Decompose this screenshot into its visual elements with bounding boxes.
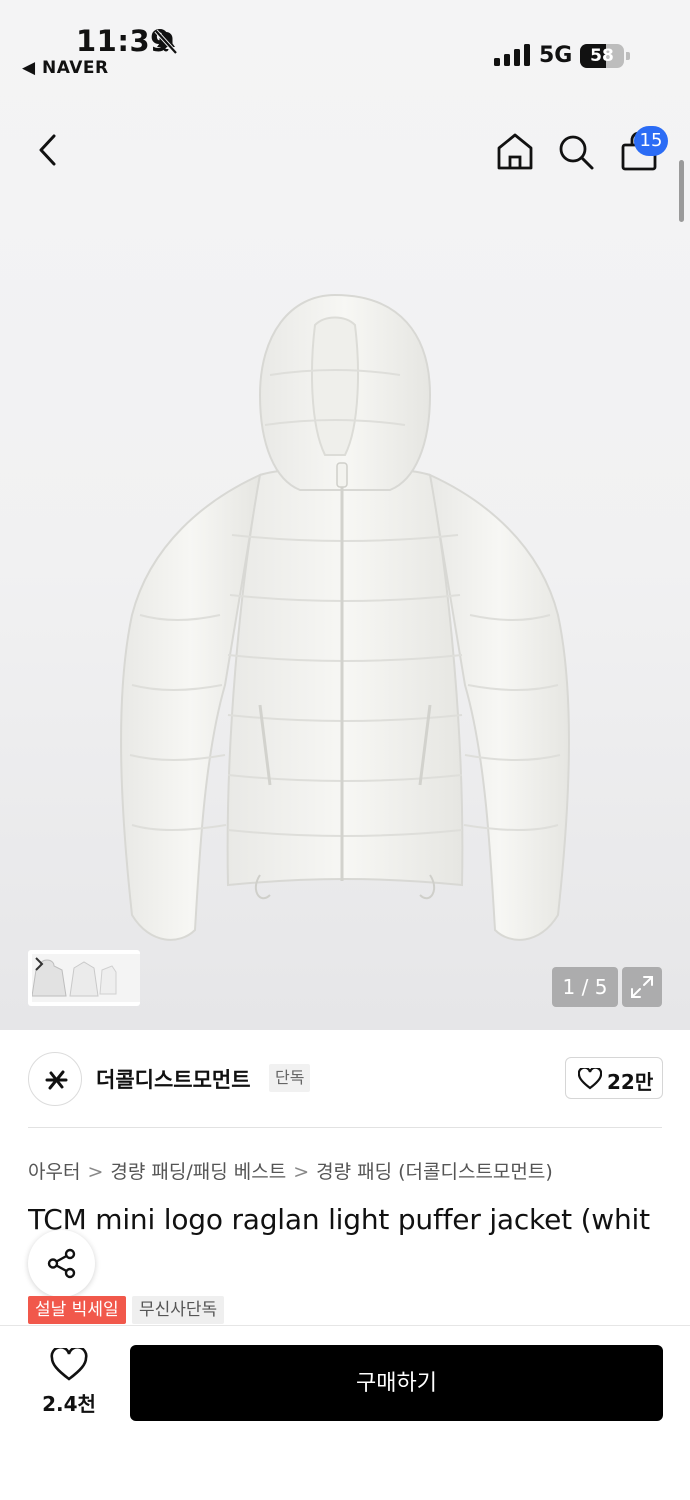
silent-bell-icon <box>154 29 178 55</box>
brand-exclusive-tag: 단독 <box>269 1064 311 1092</box>
network-type: 5G <box>539 43 573 68</box>
search-icon[interactable] <box>556 132 596 172</box>
wishlist-heart-icon[interactable] <box>50 1348 88 1382</box>
expand-button[interactable] <box>622 967 662 1007</box>
thumbnail-image <box>32 954 140 1002</box>
share-icon <box>47 1248 76 1279</box>
share-button[interactable] <box>28 1230 95 1297</box>
scrollbar[interactable] <box>679 160 684 222</box>
buy-button[interactable]: 구매하기 <box>130 1345 663 1421</box>
breadcrumb-item[interactable]: 아우터 <box>28 1161 80 1183</box>
breadcrumb-item[interactable]: 경량 패딩 (더콜디스트모먼트) <box>316 1161 553 1183</box>
product-image-area[interactable]: 11:39 ◀ NAVER 5G 58 15 1 / 5 <box>0 0 690 1030</box>
back-arrow-icon[interactable] <box>30 130 66 170</box>
image-counter: 1 / 5 <box>552 967 618 1007</box>
sale-badge: 설날 빅세일 <box>28 1296 126 1324</box>
product-image <box>120 293 570 941</box>
product-title: TCM mini logo raglan light puffer jacket… <box>28 1203 650 1236</box>
image-thumbnail-strip[interactable] <box>28 950 140 1006</box>
breadcrumb-separator: > <box>293 1161 310 1183</box>
wishlist-count: 2.4천 <box>42 1392 96 1416</box>
brand-star-icon <box>45 1070 68 1090</box>
exclusive-badge: 무신사단독 <box>132 1296 225 1324</box>
cellular-signal-icon <box>494 44 530 66</box>
back-to-app-link[interactable]: ◀ NAVER <box>22 58 109 78</box>
battery-indicator: 58 <box>580 44 632 68</box>
heart-icon <box>578 1068 602 1090</box>
home-icon[interactable] <box>494 130 536 172</box>
status-bar: 11:39 ◀ NAVER 5G 58 <box>0 0 690 90</box>
divider <box>28 1127 662 1128</box>
brand-logo[interactable] <box>28 1052 82 1106</box>
brand-name[interactable]: 더콜디스트모먼트 <box>96 1064 251 1094</box>
breadcrumb-separator: > <box>87 1161 104 1183</box>
brand-like-count: 22만 <box>607 1070 654 1094</box>
battery-level: 58 <box>590 46 614 66</box>
cart-count-badge: 15 <box>634 126 668 156</box>
expand-icon <box>631 976 653 998</box>
chevron-right-icon <box>35 957 44 971</box>
breadcrumb: 아우터 > 경량 패딩/패딩 베스트 > 경량 패딩 (더콜디스트모먼트) <box>28 1157 553 1184</box>
brand-like-button[interactable]: 22만 <box>565 1057 663 1099</box>
breadcrumb-item[interactable]: 경량 패딩/패딩 베스트 <box>110 1161 286 1183</box>
